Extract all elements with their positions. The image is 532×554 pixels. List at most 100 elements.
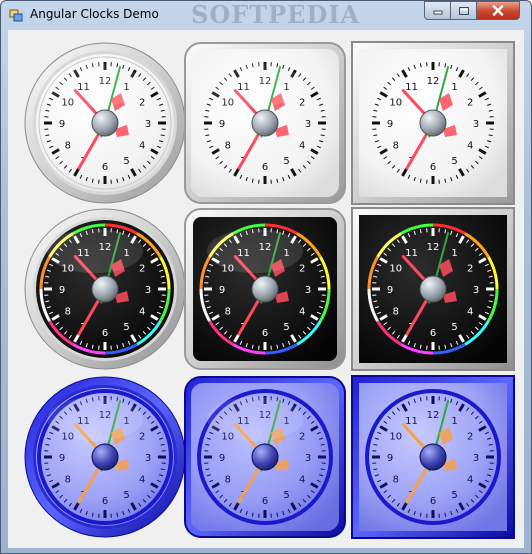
minimize-icon	[433, 10, 442, 14]
clock-numeral: 8	[65, 307, 71, 318]
round-blue-face: 121234567891011	[24, 376, 186, 538]
clock-numeral: 2	[467, 432, 473, 443]
minimize-button[interactable]	[424, 1, 451, 20]
clock-numeral: 6	[262, 496, 268, 507]
clock-hub	[91, 443, 119, 471]
clock-numeral: 8	[225, 141, 231, 152]
clock-hub	[251, 275, 279, 303]
clock-numeral: 1	[451, 416, 457, 427]
clock-round-black: 121234567891011	[20, 204, 190, 374]
clock-numeral: 4	[139, 307, 145, 318]
clock-numeral: 4	[299, 307, 305, 318]
round-black-face: 121234567891011	[24, 208, 186, 370]
clock-numeral: 9	[219, 119, 225, 130]
clock-numeral: 2	[139, 432, 145, 443]
close-button[interactable]	[476, 1, 520, 20]
clock-hub	[251, 109, 279, 137]
clock-numeral: 3	[145, 285, 151, 296]
clock-numeral: 11	[405, 416, 418, 427]
clock-numeral: 3	[473, 285, 479, 296]
clock-numeral: 9	[219, 453, 225, 464]
clock-numeral: 3	[473, 453, 479, 464]
clock-numeral: 8	[225, 475, 231, 486]
round-silver-face: 121234567891011	[24, 42, 186, 204]
clock-numeral: 3	[305, 119, 311, 130]
clock-numeral: 12	[427, 242, 440, 253]
clock-hub	[251, 443, 279, 471]
clock-numeral: 8	[393, 307, 399, 318]
clock-numeral: 6	[102, 496, 108, 507]
clock-hub	[419, 109, 447, 137]
clock-numeral: 2	[139, 264, 145, 275]
clock-numeral: 5	[283, 490, 289, 501]
clock-rounded-square-silver: 121234567891011	[180, 38, 350, 208]
rounded-square-silver-face: 121234567891011	[184, 42, 346, 204]
rounded-square-blue-face: 121234567891011	[184, 376, 346, 538]
clock-numeral: 3	[305, 285, 311, 296]
clock-numeral: 3	[305, 453, 311, 464]
window-title: Angular Clocks Demo	[30, 7, 159, 21]
app-window: Angular Clocks Demo SOFTPEDIA 1212345678…	[0, 0, 532, 554]
clock-numeral: 6	[430, 496, 436, 507]
clock-numeral: 9	[219, 285, 225, 296]
clock-numeral: 1	[451, 248, 457, 259]
clock-numeral: 6	[262, 328, 268, 339]
clock-numeral: 2	[299, 264, 305, 275]
clock-round-blue: 121234567891011	[20, 372, 190, 542]
clock-rounded-square-blue: 121234567891011	[180, 372, 350, 542]
clock-numeral: 9	[387, 119, 393, 130]
clock-numeral: 4	[139, 475, 145, 486]
clock-numeral: 2	[299, 98, 305, 109]
clock-numeral: 5	[451, 490, 457, 501]
clock-numeral: 5	[283, 322, 289, 333]
clock-numeral: 3	[473, 119, 479, 130]
clock-numeral: 4	[299, 475, 305, 486]
clock-numeral: 12	[427, 76, 440, 87]
clock-numeral: 10	[389, 98, 402, 109]
clock-numeral: 4	[467, 475, 473, 486]
clock-numeral: 5	[283, 156, 289, 167]
clock-hub	[419, 275, 447, 303]
clock-numeral: 6	[430, 328, 436, 339]
clock-numeral: 8	[65, 475, 71, 486]
clock-square-silver: 121234567891011	[348, 38, 518, 208]
clock-numeral: 6	[430, 162, 436, 173]
clock-numeral: 4	[467, 141, 473, 152]
clock-numeral: 4	[299, 141, 305, 152]
clock-numeral: 6	[262, 162, 268, 173]
app-icon[interactable]	[9, 8, 23, 22]
maximize-icon	[458, 6, 469, 15]
clocks-panel: 121234567891011 121234567891011 12123456…	[8, 30, 524, 548]
clock-numeral: 1	[451, 82, 457, 93]
clock-hub	[419, 443, 447, 471]
watermark-text: SOFTPEDIA	[191, 0, 361, 29]
clock-numeral: 2	[299, 432, 305, 443]
clock-numeral: 3	[145, 453, 151, 464]
rounded-square-black-face: 121234567891011	[184, 208, 346, 370]
clock-numeral: 6	[102, 162, 108, 173]
clock-numeral: 6	[102, 328, 108, 339]
clock-numeral: 8	[65, 141, 71, 152]
clock-numeral: 9	[59, 453, 65, 464]
clock-numeral: 9	[59, 285, 65, 296]
clock-numeral: 5	[451, 156, 457, 167]
clock-numeral: 8	[393, 475, 399, 486]
square-silver-face: 121234567891011	[351, 41, 515, 205]
maximize-button[interactable]	[450, 1, 477, 20]
clock-square-black: 121234567891011	[348, 204, 518, 374]
clock-numeral: 9	[387, 453, 393, 464]
close-icon	[492, 5, 504, 16]
clock-numeral: 11	[405, 248, 418, 259]
square-black-face: 121234567891011	[351, 207, 515, 371]
clock-numeral: 5	[123, 490, 129, 501]
clock-numeral: 12	[427, 410, 440, 421]
title-bar[interactable]: Angular Clocks Demo SOFTPEDIA	[1, 0, 531, 29]
square-blue-face: 121234567891011	[351, 375, 515, 539]
clock-numeral: 2	[467, 98, 473, 109]
clock-round-silver: 121234567891011	[20, 38, 190, 208]
clock-numeral: 9	[387, 285, 393, 296]
clock-numeral: 5	[123, 156, 129, 167]
clock-numeral: 4	[139, 141, 145, 152]
clock-numeral: 11	[405, 82, 418, 93]
clock-numeral: 10	[389, 432, 402, 443]
